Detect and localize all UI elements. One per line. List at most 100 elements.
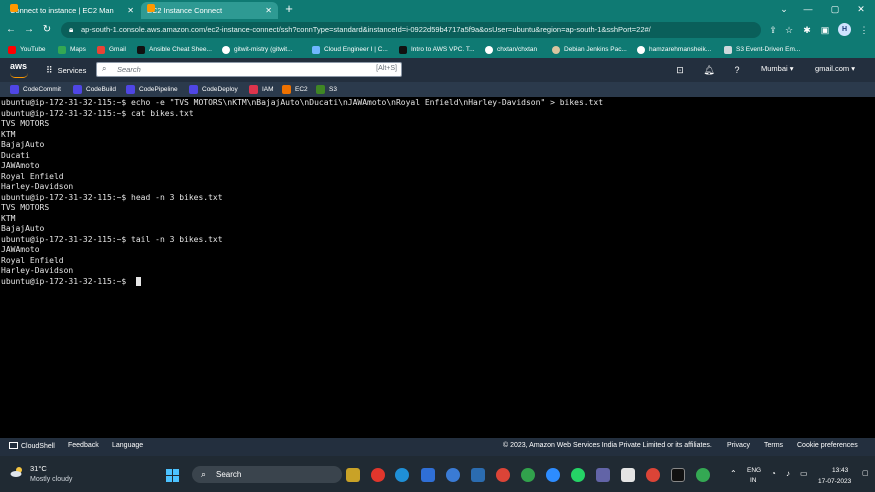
teams-icon[interactable]: [596, 468, 610, 482]
taskbar-search-label: Search: [216, 470, 242, 479]
favorite-codepipeline[interactable]: CodePipeline: [126, 84, 178, 95]
cloudshell-link[interactable]: CloudShell: [9, 442, 55, 450]
address-bar[interactable]: 🔒︎ ap-south-1.console.aws.amazon.com/ec2…: [61, 22, 761, 38]
vscode-icon[interactable]: [471, 468, 485, 482]
services-button[interactable]: ⠿ Services: [46, 63, 86, 77]
bookmark-ansible[interactable]: Ansible Cheat Shee...: [137, 44, 212, 55]
windows-start-icon[interactable]: [166, 469, 179, 482]
aws-favorites-bar: CodeCommit CodeBuild CodePipeline CodeDe…: [0, 82, 875, 97]
bookmark-star-icon[interactable]: ☆: [782, 23, 796, 37]
aws-console-footer: CloudShell Feedback Language © 2023, Ama…: [0, 438, 875, 456]
cloud-icon: [312, 45, 320, 54]
cookie-preferences-link[interactable]: Cookie preferences: [797, 442, 858, 449]
side-panel-icon[interactable]: ▣: [818, 23, 832, 37]
notepad-icon[interactable]: [621, 468, 635, 482]
battery-icon[interactable]: ▭: [800, 469, 808, 478]
clock-time[interactable]: 13:43: [832, 467, 848, 474]
github-icon: [637, 45, 645, 54]
aws-search-input[interactable]: ⌕ Search [Alt+S]: [96, 62, 402, 77]
input-language[interactable]: ENG: [747, 467, 761, 474]
bookmark-maps[interactable]: Maps: [58, 44, 86, 55]
terminal-app-icon[interactable]: [671, 468, 685, 482]
tab-connect-to-instance[interactable]: Connect to instance | EC2 Manag ✕: [4, 2, 140, 19]
forward-icon[interactable]: →: [22, 23, 36, 37]
favorite-iam[interactable]: IAM: [249, 84, 274, 95]
bookmark-intro-aws-vpc[interactable]: Intro to AWS VPC. T...: [399, 44, 475, 55]
terminal-line: KTM: [1, 129, 16, 139]
bookmark-s3-event[interactable]: S3 Event-Driven Em...: [724, 44, 800, 55]
weather-description[interactable]: Mostly cloudy: [30, 476, 72, 483]
bookmark-label: chxtan/chxtan: [497, 46, 538, 53]
chrome-icon[interactable]: [646, 468, 660, 482]
input-region[interactable]: IN: [750, 477, 757, 484]
weather-icon[interactable]: [10, 466, 24, 478]
minimize-icon[interactable]: —: [800, 2, 816, 16]
codedeploy-icon: [189, 85, 198, 94]
bookmark-icon: [724, 45, 732, 54]
terminal-line: ubuntu@ip-172-31-32-115:~$ echo -e "TVS …: [1, 98, 604, 107]
favorite-ec2[interactable]: EC2: [282, 84, 308, 95]
close-window-icon[interactable]: ✕: [853, 2, 869, 16]
extensions-icon[interactable]: ✱: [800, 23, 814, 37]
youtube-icon: [8, 45, 16, 54]
favorite-codebuild[interactable]: CodeBuild: [73, 84, 116, 95]
search-icon: ⌕: [201, 469, 207, 479]
bookmark-youtube[interactable]: YouTube: [8, 44, 46, 55]
wifi-icon[interactable]: ◔: [771, 469, 776, 478]
volume-icon[interactable]: ♪: [786, 469, 790, 478]
outlook-icon[interactable]: [421, 468, 435, 482]
bookmark-gmail[interactable]: Gmail: [97, 44, 126, 55]
close-tab-icon[interactable]: ✕: [127, 6, 134, 15]
close-tab-icon[interactable]: ✕: [265, 6, 272, 15]
taskbar-search[interactable]: ⌕ Search: [192, 466, 342, 483]
favorite-label: CodeDeploy: [202, 86, 238, 93]
back-icon[interactable]: ←: [4, 23, 18, 37]
cloudshell-icon[interactable]: ⊡: [674, 64, 686, 76]
notifications-icon[interactable]: 🔔︎: [703, 64, 715, 76]
edge-icon[interactable]: [395, 468, 409, 482]
file-explorer-icon[interactable]: [346, 468, 360, 482]
bookmark-debian-jenkins[interactable]: Debian Jenkins Pac...: [552, 44, 627, 55]
bookmark-gitwit[interactable]: gitwit-mistry (gitwit...: [222, 44, 293, 55]
tab-search-icon[interactable]: ⌄: [776, 2, 792, 16]
favorite-codedeploy[interactable]: CodeDeploy: [189, 84, 238, 95]
bookmark-hamzarehman[interactable]: hamzarehmansheik...: [637, 44, 711, 55]
copyright-text: © 2023, Amazon Web Services India Privat…: [503, 442, 712, 449]
favorite-codecommit[interactable]: CodeCommit: [10, 84, 61, 95]
app-icon[interactable]: [446, 468, 460, 482]
maximize-icon[interactable]: ▢: [827, 2, 843, 16]
region-selector[interactable]: Mumbai ▾: [761, 64, 794, 73]
new-tab-icon[interactable]: +: [282, 2, 296, 16]
tab-ec2-instance-connect[interactable]: EC2 Instance Connect ✕: [141, 2, 278, 19]
chrome-profile-icon[interactable]: [521, 468, 535, 482]
bookmark-cloud-engineer[interactable]: Cloud Engineer I | C...: [312, 44, 388, 55]
weather-temperature[interactable]: 31°C: [30, 464, 47, 473]
language-link[interactable]: Language: [112, 442, 143, 449]
show-hidden-icons-chevron-up-icon[interactable]: ⌃: [730, 469, 737, 478]
chrome-icon[interactable]: [496, 468, 510, 482]
chrome-menu-icon[interactable]: ⋮: [857, 23, 871, 37]
reload-icon[interactable]: ↻: [40, 23, 54, 37]
s3-icon: [316, 85, 325, 94]
opera-icon[interactable]: [371, 468, 385, 482]
bookmark-label: Intro to AWS VPC. T...: [411, 46, 475, 53]
aws-tab-icon: [147, 4, 155, 12]
notification-icon[interactable]: ▢: [862, 469, 869, 477]
whatsapp-icon[interactable]: [571, 468, 585, 482]
zoom-icon[interactable]: [546, 468, 560, 482]
terminal[interactable]: ubuntu@ip-172-31-32-115:~$ echo -e "TVS …: [0, 97, 875, 438]
feedback-link[interactable]: Feedback: [68, 442, 99, 449]
maps-icon: [58, 45, 66, 54]
favorite-s3[interactable]: S3: [316, 84, 337, 95]
chrome-active-icon[interactable]: [696, 468, 710, 482]
account-menu[interactable]: gmail.com ▾: [815, 64, 855, 73]
lock-icon[interactable]: 🔒︎: [69, 25, 78, 35]
profile-avatar[interactable]: H: [838, 23, 851, 36]
clock-date[interactable]: 17-07-2023: [818, 478, 851, 485]
terms-link[interactable]: Terms: [764, 442, 783, 449]
privacy-link[interactable]: Privacy: [727, 442, 750, 449]
ec2-icon: [282, 85, 291, 94]
help-icon[interactable]: ?: [731, 64, 743, 76]
bookmark-chxtan[interactable]: chxtan/chxtan: [485, 44, 537, 55]
share-icon[interactable]: ⇪: [766, 23, 780, 37]
